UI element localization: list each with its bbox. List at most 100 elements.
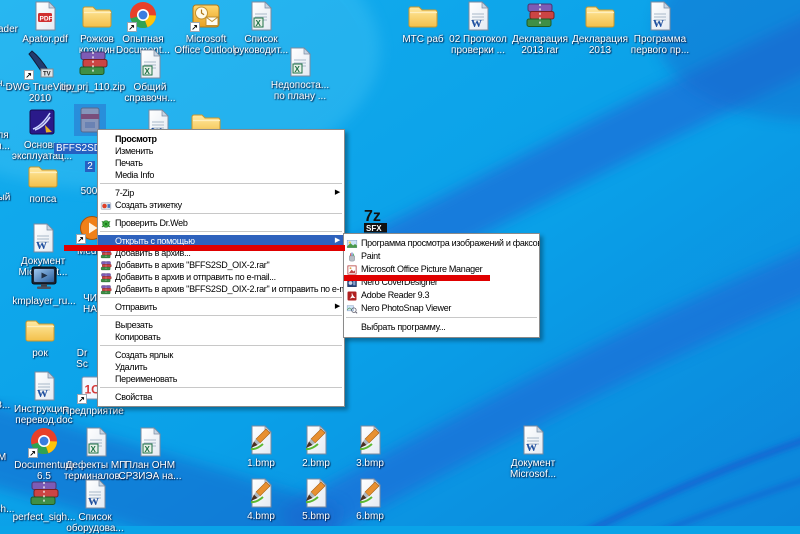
desktop-icon-label: Списокоборудова... [59, 512, 131, 534]
annotation-underline-picture-manager [344, 275, 490, 281]
context-menu-item-media-info[interactable]: Media Info [98, 169, 344, 181]
context-menu-item-properties[interactable]: Свойства [98, 391, 344, 403]
menu-item-label: Копировать [115, 332, 160, 342]
context-menu-item-add-archive-named-email[interactable]: Добавить в архив "BFFS2SD_OIX-2.rar" и о… [98, 283, 344, 295]
dwg-icon: TV [24, 48, 56, 80]
context-menu-item-view[interactable]: Просмотр [98, 133, 344, 145]
excel-icon: X [284, 46, 316, 78]
paint-icon [346, 250, 359, 262]
context-menu-item-cut[interactable]: Вырезать [98, 319, 344, 331]
rar-icon [77, 48, 109, 80]
winrar-icon [100, 259, 113, 271]
menu-separator [100, 345, 342, 346]
svg-text:W: W [37, 388, 48, 400]
menu-item-label: Добавить в архив "BFFS2SD_OIX-2.rar" [115, 260, 269, 270]
context-menu-item-rename[interactable]: Переименовать [98, 373, 344, 385]
open-with-item-choose-program[interactable]: Выбрать программу... [344, 321, 539, 334]
shortcut-arrow-icon [24, 70, 34, 80]
open-with-item-adobe-reader[interactable]: Adobe Reader 9.3 [344, 289, 539, 302]
desktop-icon-obschiy-spravochnik[interactable]: XОбщийсправочн... [114, 48, 186, 104]
bmp-icon [300, 477, 332, 509]
rar-icon [28, 478, 60, 510]
context-menu-item-create-label[interactable]: Создать этикетку [98, 199, 344, 211]
word-icon: W [79, 478, 111, 510]
pdf-icon: PDF [29, 0, 61, 32]
winrar-icon [100, 283, 113, 295]
submenu-arrow-icon: ▶ [335, 187, 340, 199]
word-icon: W [27, 222, 59, 254]
menu-item-label: Свойства [115, 392, 152, 402]
kmplayer-icon [28, 262, 60, 294]
svg-text:W: W [653, 18, 664, 30]
menu-item-label: Создать этикетку [115, 200, 182, 210]
outlook-icon [190, 0, 222, 32]
viewer-icon [346, 237, 359, 249]
drweb-icon [100, 217, 113, 229]
open-with-item-nero-photosnap[interactable]: Nero PhotoSnap Viewer [344, 302, 539, 315]
menu-item-label: Программа просмотра изображений и факсов [361, 238, 540, 248]
context-menu-item-send-to[interactable]: Отправить▶ [98, 301, 344, 313]
menu-item-label: Media Info [115, 170, 154, 180]
desktop-icon-bmp-3[interactable]: 3.bmp [334, 424, 406, 469]
desktop-icon-label: 6.bmp [334, 511, 406, 522]
folder-icon [584, 0, 616, 32]
shortcut-arrow-icon [127, 22, 137, 32]
word-icon: W [517, 424, 549, 456]
context-menu-item-edit[interactable]: Изменить [98, 145, 344, 157]
svg-text:X: X [295, 65, 301, 74]
bmp-icon [245, 424, 277, 456]
menu-item-label: Добавить в архив "BFFS2SD_OIX-2.rar" и о… [115, 284, 345, 294]
desktop-icon-programma-pervogo[interactable]: WПрограммапервого пр... [624, 0, 696, 56]
svg-text:SFX: SFX [366, 224, 382, 233]
svg-text:W: W [526, 442, 537, 454]
open-with-item-image-fax-viewer[interactable]: Программа просмотра изображений и факсов [344, 237, 539, 250]
menu-separator [346, 317, 537, 318]
excel-icon: X [80, 426, 112, 458]
folder-icon [24, 314, 56, 346]
desktop-icon-label: Недопоста...по плану ... [264, 80, 336, 102]
word-icon: W [28, 370, 60, 402]
desktop-icon-popsa[interactable]: попса [7, 160, 79, 205]
menu-item-label: Изменить [115, 146, 153, 156]
bmp-icon [245, 477, 277, 509]
folder-icon [407, 0, 439, 32]
desktop-icon-bmp-6[interactable]: 6.bmp [334, 477, 406, 522]
word-icon: W [644, 0, 676, 32]
open-with-item-paint[interactable]: Paint [344, 250, 539, 263]
shortcut-arrow-icon [76, 234, 86, 244]
bmp-icon [354, 424, 386, 456]
desktop-icon-plan-onm[interactable]: XПлан ОНМСРЗИЭА на... [114, 426, 186, 482]
context-menu-item-7zip[interactable]: 7-Zip▶ [98, 187, 344, 199]
winrar-icon [100, 271, 113, 283]
nerolabel-icon [100, 199, 113, 211]
context-menu-item-delete[interactable]: Удалить [98, 361, 344, 373]
svg-text:W: W [36, 240, 47, 252]
context-menu-item-copy[interactable]: Копировать [98, 331, 344, 343]
context-menu-item-create-shortcut[interactable]: Создать ярлык [98, 349, 344, 361]
chrome-icon [127, 0, 159, 32]
open-with-submenu: Программа просмотра изображений и факсов… [343, 233, 540, 338]
submenu-arrow-icon: ▶ [335, 301, 340, 313]
excel-icon: X [134, 48, 166, 80]
menu-item-label: Проверить Dr.Web [115, 218, 188, 228]
context-menu-item-add-archive-email[interactable]: Добавить в архив и отправить по e-mail..… [98, 271, 344, 283]
desktop-icon-dokument-microsof-2[interactable]: W ДокументMicrosof... [497, 424, 569, 480]
context-menu-item-print[interactable]: Печать [98, 157, 344, 169]
desktop-icon-nedopostavka[interactable]: X Недопоста...по плану ... [264, 46, 336, 102]
menu-separator [100, 297, 342, 298]
shortcut-arrow-icon [190, 22, 200, 32]
menu-separator [100, 231, 342, 232]
chrome-icon [28, 426, 60, 458]
desktop-icon-label: ДокументMicrosof... [497, 458, 569, 480]
menu-item-label: Создать ярлык [115, 350, 173, 360]
svg-text:X: X [91, 445, 97, 454]
sevenzip-icon: 7zSFX [361, 204, 393, 236]
context-menu-item-add-archive-named[interactable]: Добавить в архив "BFFS2SD_OIX-2.rar" [98, 259, 344, 271]
svg-text:X: X [256, 19, 262, 28]
context-menu: ПросмотрИзменитьПечатьMedia Info7-Zip▶Со… [97, 129, 345, 407]
context-menu-item-drweb-check[interactable]: Проверить Dr.Web [98, 217, 344, 229]
menu-separator [100, 387, 342, 388]
menu-item-label: Выбрать программу... [361, 322, 446, 332]
desktop-icon-label: Общийсправочн... [114, 82, 186, 104]
shortcut-arrow-icon [77, 394, 87, 404]
